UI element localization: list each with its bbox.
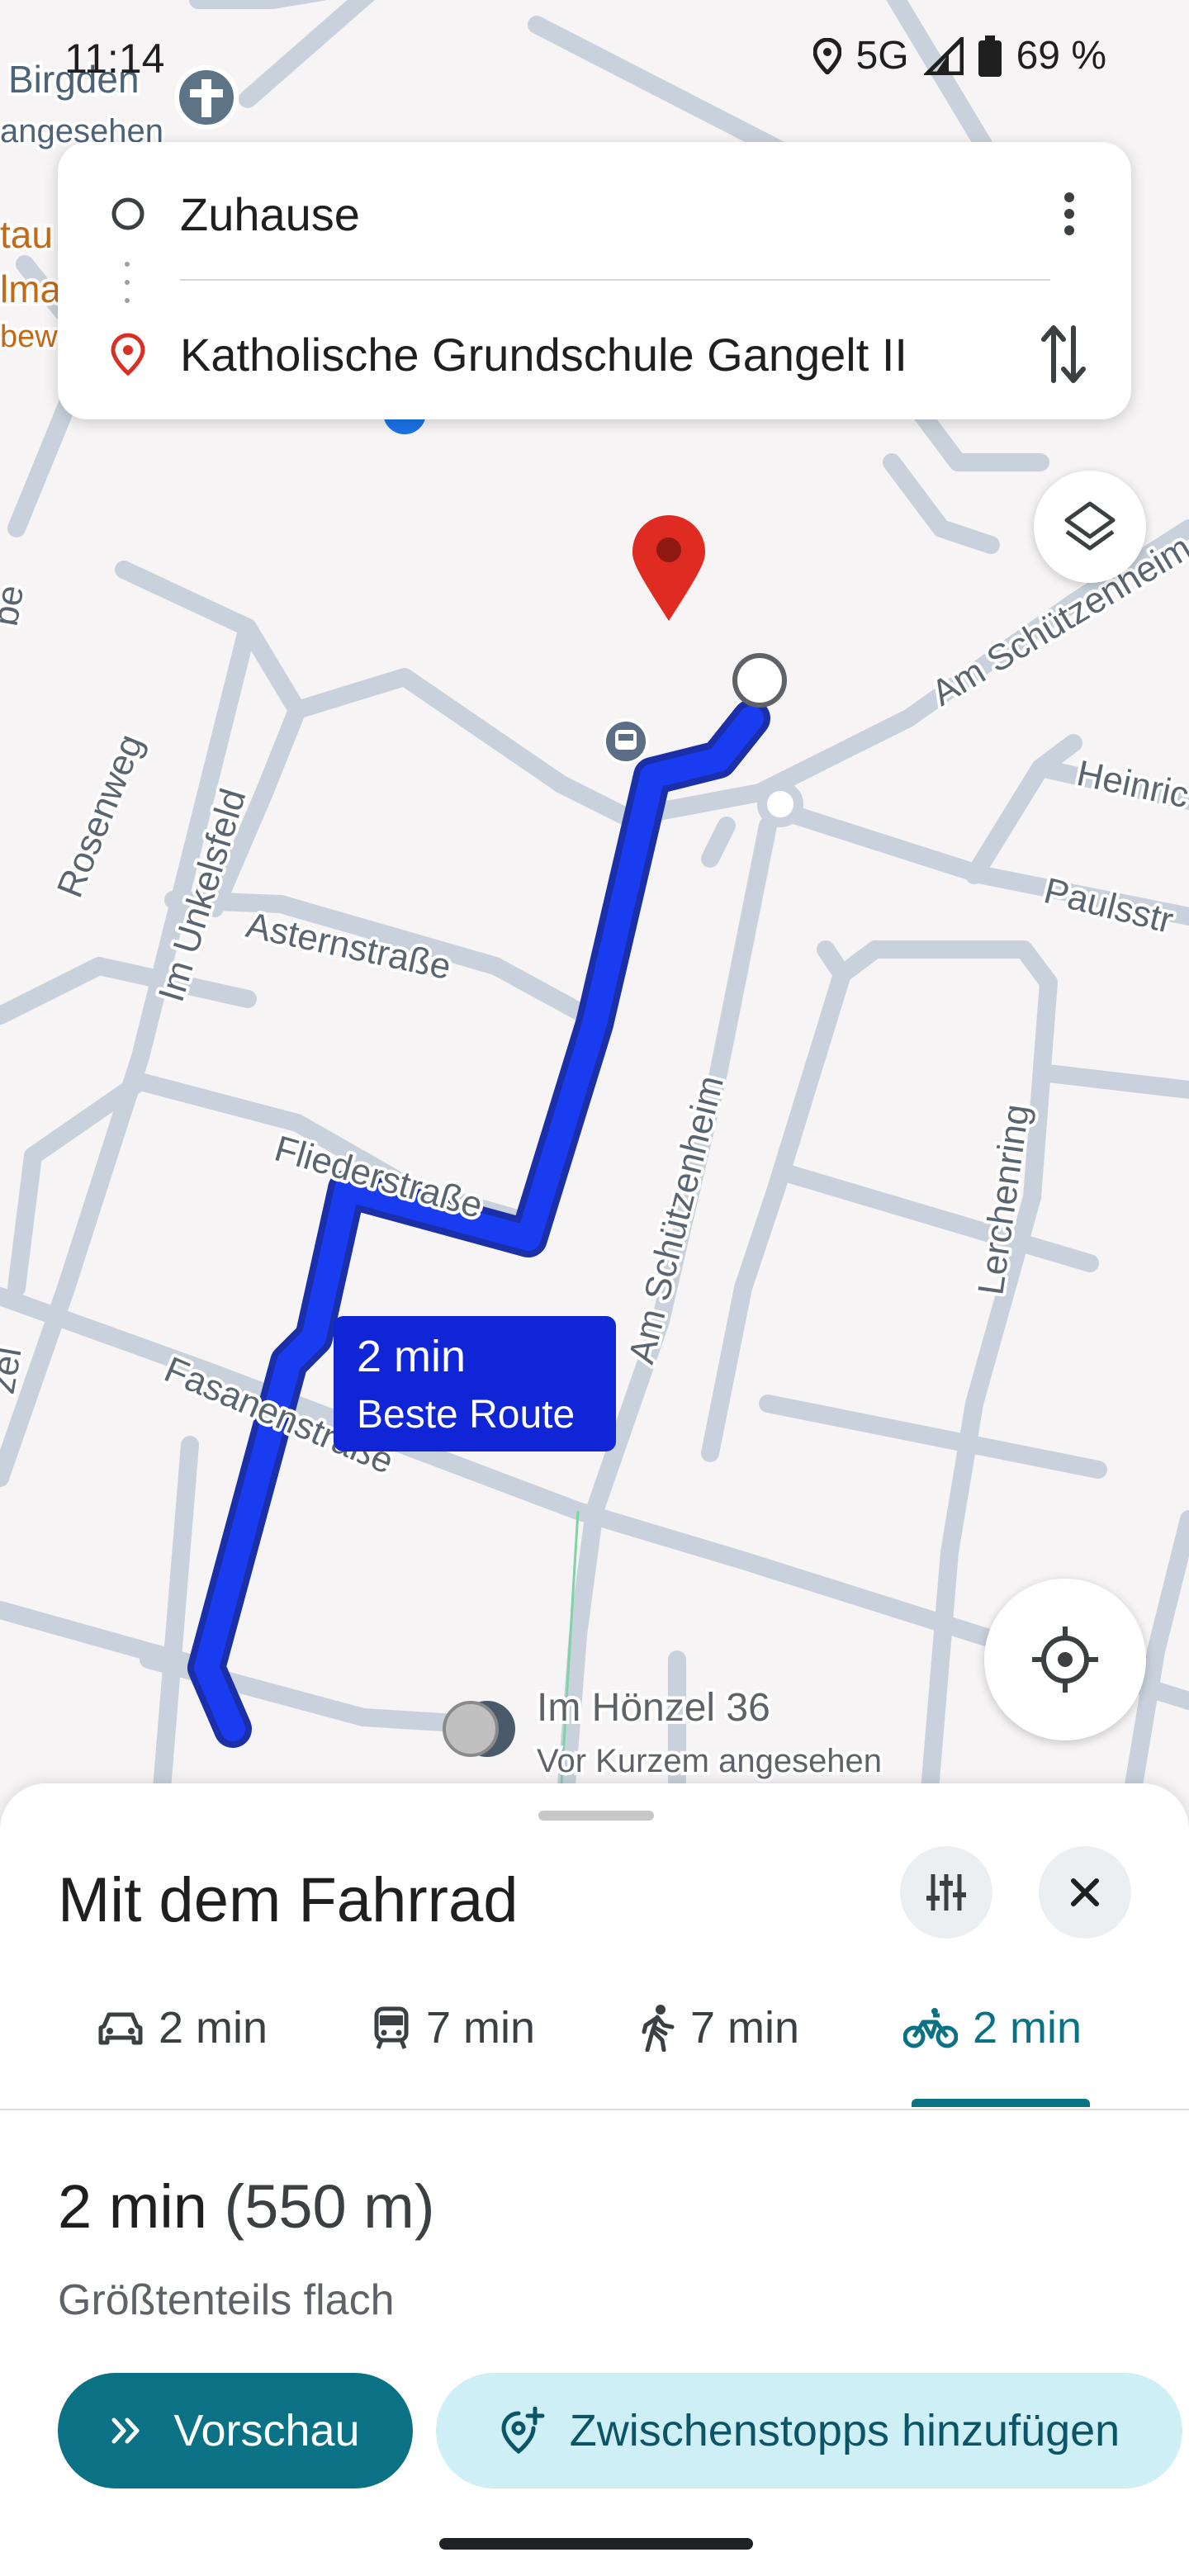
battery-icon	[978, 35, 1002, 77]
tab-car-label: 2 min	[159, 2003, 268, 2053]
close-button[interactable]	[1039, 1846, 1131, 1939]
layers-icon	[1064, 501, 1116, 551]
travel-mode-tabs: 2 min 7 min 7 min 2 min	[0, 1978, 1189, 2077]
route-time-label[interactable]: 2 min Beste Route	[334, 1316, 616, 1451]
origin-circle-icon	[111, 197, 144, 230]
add-location-icon	[501, 2407, 545, 2455]
layers-button[interactable]	[1034, 471, 1146, 583]
route-time: 2 min	[357, 1332, 467, 1381]
destination-input[interactable]: Katholische Grundschule Gangelt II	[180, 328, 907, 381]
tab-walk[interactable]: 7 min	[641, 1978, 799, 2077]
add-stops-button[interactable]: Zwischenstopps hinzufügen	[436, 2373, 1182, 2488]
recent-place-label[interactable]: Im Hönzel 36	[533, 1683, 774, 1733]
location-icon	[812, 37, 841, 74]
car-icon	[98, 2012, 143, 2045]
place-label-partial-2: lma	[0, 268, 62, 310]
status-time: 11:14	[64, 36, 165, 82]
preview-button[interactable]: Vorschau	[58, 2373, 413, 2488]
swap-icon[interactable]	[1037, 323, 1090, 386]
recent-place-sub: Vor Kurzem angesehen	[537, 1743, 882, 1779]
tab-bike-label: 2 min	[973, 2003, 1082, 2053]
active-tab-indicator	[912, 2099, 1090, 2107]
tab-walk-label: 7 min	[690, 2003, 800, 2053]
destination-pin-small-icon	[111, 333, 145, 376]
tune-icon	[926, 1874, 966, 1911]
route-summary: 2 min (550 m)	[58, 2171, 434, 2242]
my-location-button[interactable]	[984, 1579, 1146, 1740]
options-button[interactable]	[900, 1846, 992, 1939]
walk-icon	[642, 2005, 675, 2052]
gesture-nav-bar[interactable]	[439, 2538, 753, 2550]
tabs-divider	[0, 2109, 1189, 2110]
crosshair-icon	[1032, 1627, 1098, 1693]
double-chevron-icon	[111, 2417, 140, 2444]
battery-level: 69 %	[1016, 34, 1106, 78]
bus-stop-icon[interactable]	[603, 718, 649, 765]
directions-card: Zuhause Katholische Grundschule Gangelt …	[58, 142, 1131, 419]
tab-transit[interactable]: 7 min	[372, 1978, 535, 2077]
summary-distance: (550 m)	[224, 2172, 435, 2241]
summary-time: 2 min	[58, 2172, 207, 2241]
tab-transit-label: 7 min	[426, 2003, 536, 2053]
sheet-title: Mit dem Fahrrad	[58, 1865, 519, 1935]
drag-handle[interactable]	[538, 1811, 654, 1821]
status-bar: 11:14 5G 69 %	[0, 0, 1189, 116]
add-stops-button-label: Zwischenstopps hinzufügen	[569, 2406, 1120, 2455]
tab-car[interactable]: 2 min	[97, 1978, 268, 2077]
origin-input[interactable]: Zuhause	[180, 187, 360, 241]
card-divider	[180, 279, 1050, 281]
signal-icon	[923, 36, 964, 75]
close-icon	[1071, 1878, 1099, 1906]
place-label-partial-1: tau	[0, 213, 53, 256]
origin-marker	[443, 1701, 515, 1757]
place-label-partial-3: bew	[0, 320, 58, 354]
route-description: Beste Route	[357, 1393, 576, 1437]
transit-icon	[374, 2006, 409, 2049]
network-type: 5G	[855, 34, 909, 78]
destination-dot	[732, 653, 787, 708]
elevation-note: Größtenteils flach	[58, 2276, 395, 2324]
tab-bike[interactable]: 2 min	[903, 1978, 1082, 2077]
more-options-icon[interactable]	[1057, 189, 1082, 239]
route-dots-icon	[125, 262, 130, 303]
bike-icon	[903, 2008, 958, 2048]
preview-button-label: Vorschau	[173, 2406, 360, 2455]
